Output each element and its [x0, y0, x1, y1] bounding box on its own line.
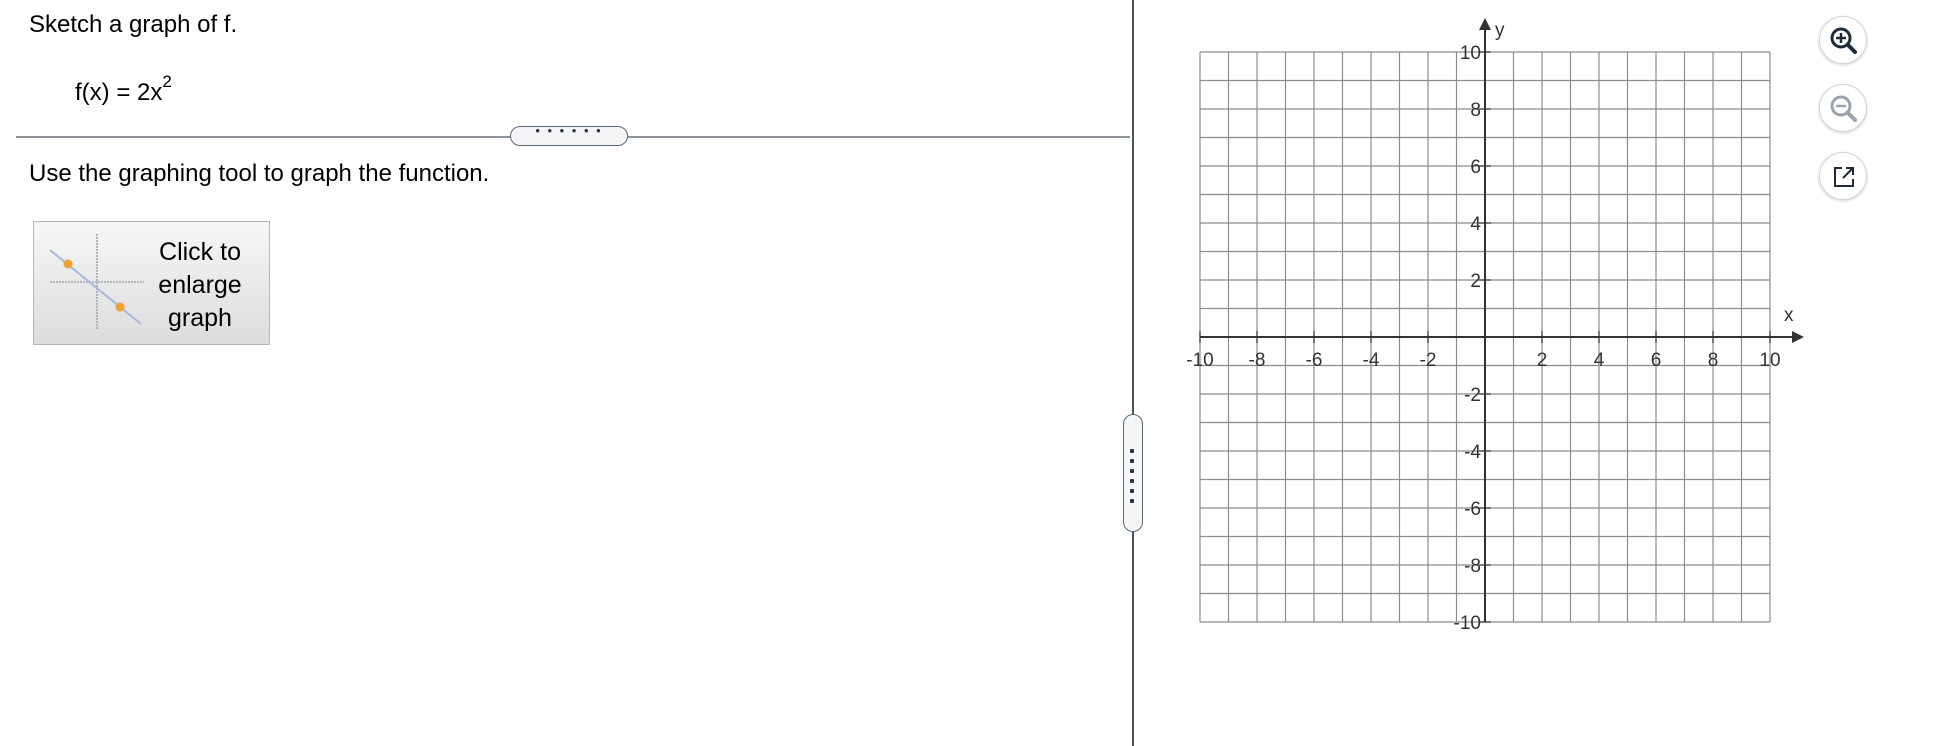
zoom-out-icon	[1830, 95, 1857, 122]
question-prompt: Sketch a graph of f.	[29, 11, 238, 38]
y-tick-label: -2	[1464, 385, 1481, 406]
x-tick-label: 6	[1651, 350, 1662, 371]
coordinate-grid[interactable]: -10 -8 -6 -4 -2 2 4 6 8 10 10 8 6 4 2 -2 -4 -6 -8 -10 x y	[1160, 0, 1820, 650]
horizontal-resize-handle[interactable]: • • • • • •	[510, 124, 628, 146]
y-tick-label: 4	[1470, 214, 1481, 235]
x-tick-label: 10	[1759, 350, 1780, 371]
pop-out-button[interactable]	[1819, 152, 1867, 200]
formula-text: f(x) = 2x	[75, 79, 163, 106]
x-tick-label: -6	[1306, 350, 1323, 371]
x-axis-arrow	[1792, 331, 1804, 343]
y-tick-label: -6	[1464, 499, 1481, 520]
pop-out-icon	[1834, 167, 1854, 187]
zoom-out-button[interactable]	[1819, 84, 1867, 132]
y-axis-arrow	[1479, 18, 1491, 30]
enlarge-graph-button[interactable]: Click to enlarge graph	[33, 221, 270, 345]
y-tick-label: -4	[1464, 442, 1481, 463]
instruction-text: Use the graphing tool to graph the funct…	[29, 160, 490, 187]
y-tick-label: 6	[1470, 157, 1481, 178]
x-tick-label: -4	[1363, 350, 1380, 371]
x-tick-label: -10	[1186, 350, 1213, 371]
y-tick-label: 10	[1460, 43, 1481, 64]
y-axis-label: y	[1495, 20, 1505, 41]
x-tick-label: -8	[1249, 350, 1266, 371]
function-formula: f(x) = 2x2	[75, 73, 172, 107]
enlarge-graph-label: Click to enlarge graph	[158, 238, 242, 332]
formula-exponent: 2	[162, 72, 172, 91]
x-tick-label: 8	[1708, 350, 1719, 371]
x-tick-label: -2	[1420, 350, 1437, 371]
question-pane: Sketch a graph of f. f(x) = 2x2 • • • • …	[0, 0, 1130, 746]
zoom-in-icon	[1830, 27, 1857, 54]
y-tick-label: 8	[1470, 100, 1481, 121]
y-tick-label: -10	[1454, 613, 1481, 634]
zoom-in-button[interactable]	[1819, 16, 1867, 64]
x-tick-label: 2	[1537, 350, 1548, 371]
y-tick-label: -8	[1464, 556, 1481, 577]
x-axis-label: x	[1784, 305, 1794, 326]
vertical-resize-handle[interactable]	[1123, 414, 1143, 532]
graph-area: -10 -8 -6 -4 -2 2 4 6 8 10 10 8 6 4 2 -2 -4 -6 -8 -10 x y	[1160, 0, 1820, 655]
y-tick-label: 2	[1470, 271, 1481, 292]
line-graph-thumbnail-icon	[49, 234, 144, 330]
x-tick-label: 4	[1594, 350, 1605, 371]
vertical-divider	[1132, 0, 1134, 746]
